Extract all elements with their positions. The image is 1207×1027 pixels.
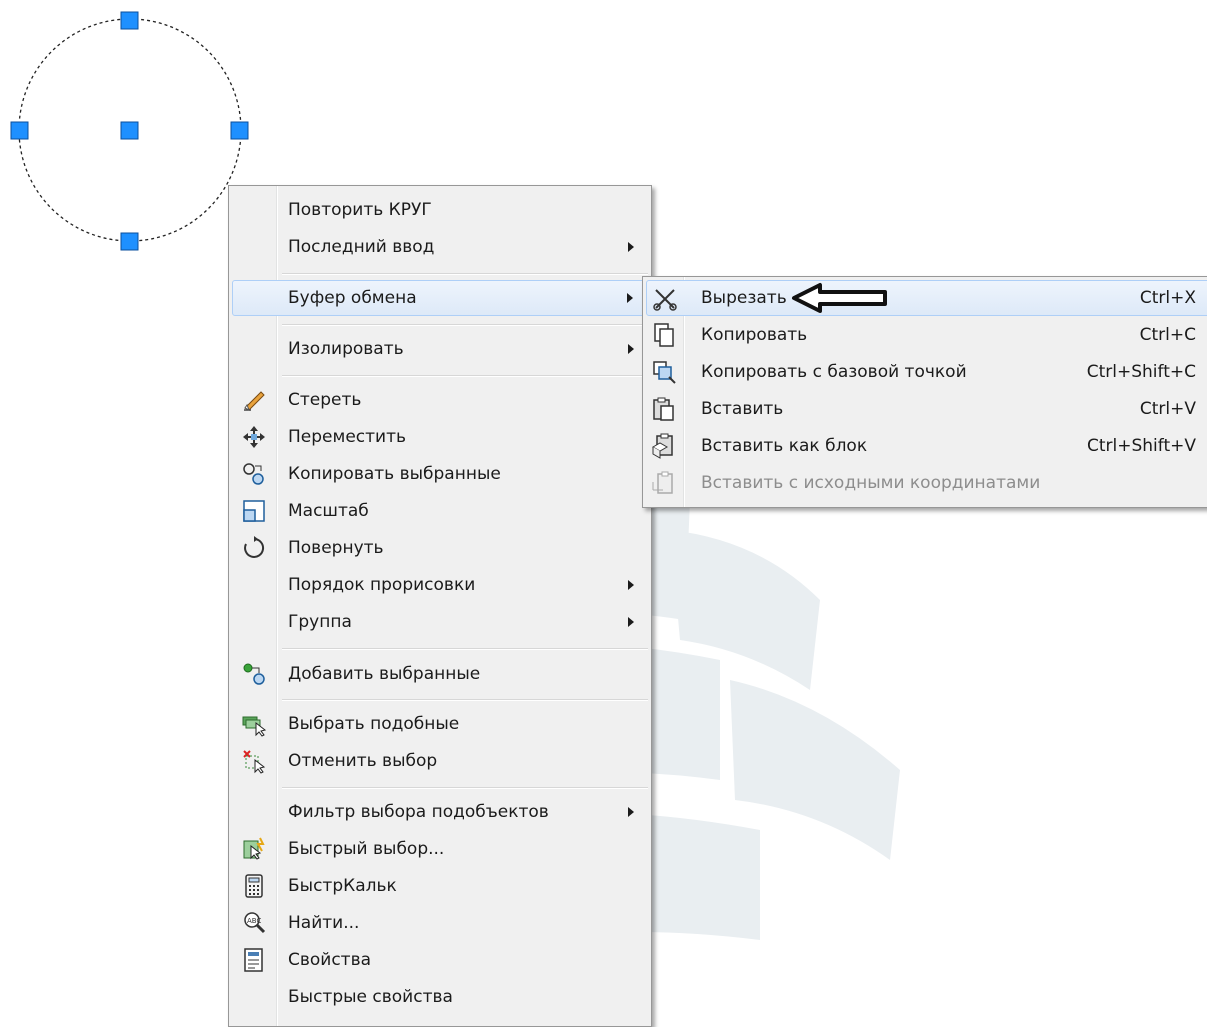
menu-item-select-similar[interactable]: Выбрать подобные [232, 706, 648, 742]
scale-icon [236, 498, 272, 524]
select-similar-icon [236, 711, 272, 737]
menu-item-erase[interactable]: Стереть [232, 382, 648, 418]
menu-item-repeat-circle[interactable]: Повторить КРУГ [232, 192, 648, 228]
submenu-arrow-icon [627, 293, 633, 303]
menu-item-label: Группа [288, 612, 352, 632]
shortcut-label: Ctrl+X [1139, 288, 1196, 308]
shortcut-label: Ctrl+Shift+V [1086, 436, 1196, 456]
copy-icon [648, 322, 680, 348]
menu-separator [282, 273, 648, 274]
submenu-item-label: Вырезать [701, 288, 787, 308]
grip-left [10, 121, 29, 140]
grip-top [120, 11, 139, 30]
grip-bottom [120, 232, 139, 251]
menu-item-copy-selection[interactable]: Копировать выбранные [232, 456, 648, 492]
menu-item-label: Масштаб [288, 501, 369, 521]
svg-text:ABC: ABC [247, 917, 261, 925]
cut-icon [649, 286, 681, 312]
submenu-arrow-icon [628, 807, 634, 817]
quick-select-icon [236, 836, 272, 862]
menu-separator [282, 787, 648, 788]
menu-item-label: Отменить выбор [288, 751, 438, 771]
menu-item-deselect[interactable]: Отменить выбор [232, 743, 648, 779]
pointer-arrow-icon [792, 283, 887, 313]
menu-item-label: Найти... [288, 913, 360, 933]
submenu-item-label: Копировать [701, 325, 808, 345]
menu-item-move[interactable]: Переместить [232, 419, 648, 455]
menu-item-label: Стереть [288, 390, 362, 410]
copy-selection-icon [236, 461, 272, 487]
submenu-item-label: Вставить как блок [701, 436, 868, 456]
rotate-icon [236, 535, 272, 561]
menu-item-draw-order[interactable]: Порядок прорисовки [232, 567, 648, 603]
menu-item-recent-input[interactable]: Последний ввод [232, 229, 648, 265]
menu-item-label: Порядок прорисовки [288, 575, 476, 595]
selected-circle[interactable] [0, 0, 260, 260]
menu-item-label: Изолировать [288, 339, 404, 359]
submenu-item-label: Вставить [701, 399, 784, 419]
menu-item-label: Свойства [288, 950, 372, 970]
submenu-item-copy[interactable]: Копировать Ctrl+C [646, 317, 1207, 353]
paste-original-coords-icon [648, 470, 680, 496]
menu-item-properties[interactable]: Свойства [232, 942, 648, 978]
menu-item-quick-select[interactable]: Быстрый выбор... [232, 831, 648, 867]
menu-item-add-selected[interactable]: Добавить выбранные [232, 656, 648, 692]
menu-item-label: Добавить выбранные [288, 664, 481, 684]
shortcut-label: Ctrl+Shift+C [1086, 362, 1196, 382]
move-icon [236, 424, 272, 450]
menu-separator [282, 375, 648, 376]
menu-item-label: Быстрый выбор... [288, 839, 445, 859]
find-icon: ABC [236, 910, 272, 936]
paste-block-icon [648, 433, 680, 459]
grip-right [230, 121, 249, 140]
submenu-arrow-icon [628, 617, 634, 627]
menu-item-subobject-filter[interactable]: Фильтр выбора подобъектов [232, 794, 648, 830]
menu-separator [282, 324, 648, 325]
submenu-item-copy-base-point[interactable]: Копировать с базовой точкой Ctrl+Shift+C [646, 354, 1207, 390]
menu-item-label: Повернуть [288, 538, 384, 558]
menu-item-label: Буфер обмена [288, 288, 417, 308]
menu-item-label: Последний ввод [288, 237, 435, 257]
menu-item-quickcalc[interactable]: БыстрКальк [232, 868, 648, 904]
paste-icon [648, 396, 680, 422]
grip-center [120, 121, 139, 140]
menu-item-label: Быстрые свойства [288, 987, 453, 1007]
copy-base-point-icon [648, 359, 680, 385]
shortcut-label: Ctrl+V [1139, 399, 1196, 419]
submenu-item-cut[interactable]: Вырезать Ctrl+X [646, 280, 1207, 316]
submenu-arrow-icon [628, 344, 634, 354]
submenu-item-label: Вставить с исходными координатами [701, 473, 1041, 493]
menu-separator [282, 648, 648, 649]
menu-item-label: БыстрКальк [288, 876, 397, 896]
submenu-arrow-icon [628, 580, 634, 590]
submenu-arrow-icon [628, 242, 634, 252]
menu-item-isolate[interactable]: Изолировать [232, 331, 648, 367]
properties-icon [236, 947, 272, 973]
menu-item-label: Фильтр выбора подобъектов [288, 802, 549, 822]
submenu-item-paste-original-coords: Вставить с исходными координатами [646, 465, 1207, 501]
menu-separator [282, 699, 648, 700]
submenu-item-paste[interactable]: Вставить Ctrl+V [646, 391, 1207, 427]
eraser-icon [236, 387, 272, 413]
menu-item-clipboard[interactable]: Буфер обмена [232, 280, 648, 316]
add-selected-icon [236, 661, 272, 687]
menu-item-group[interactable]: Группа [232, 604, 648, 640]
clipboard-submenu: Вырезать Ctrl+X Копировать Ctrl+C Копиро… [642, 276, 1207, 508]
deselect-icon [236, 748, 272, 774]
submenu-item-label: Копировать с базовой точкой [701, 362, 967, 382]
calculator-icon [236, 873, 272, 899]
menu-item-label: Копировать выбранные [288, 464, 501, 484]
context-menu: Повторить КРУГ Последний ввод Буфер обме… [228, 185, 652, 1027]
menu-item-label: Повторить КРУГ [288, 200, 432, 220]
menu-item-label: Выбрать подобные [288, 714, 460, 734]
shortcut-label: Ctrl+C [1139, 325, 1196, 345]
menu-item-scale[interactable]: Масштаб [232, 493, 648, 529]
submenu-item-paste-block[interactable]: Вставить как блок Ctrl+Shift+V [646, 428, 1207, 464]
menu-item-find[interactable]: ABC Найти... [232, 905, 648, 941]
menu-item-quick-properties[interactable]: Быстрые свойства [232, 979, 648, 1015]
menu-item-rotate[interactable]: Повернуть [232, 530, 648, 566]
menu-item-label: Переместить [288, 427, 406, 447]
